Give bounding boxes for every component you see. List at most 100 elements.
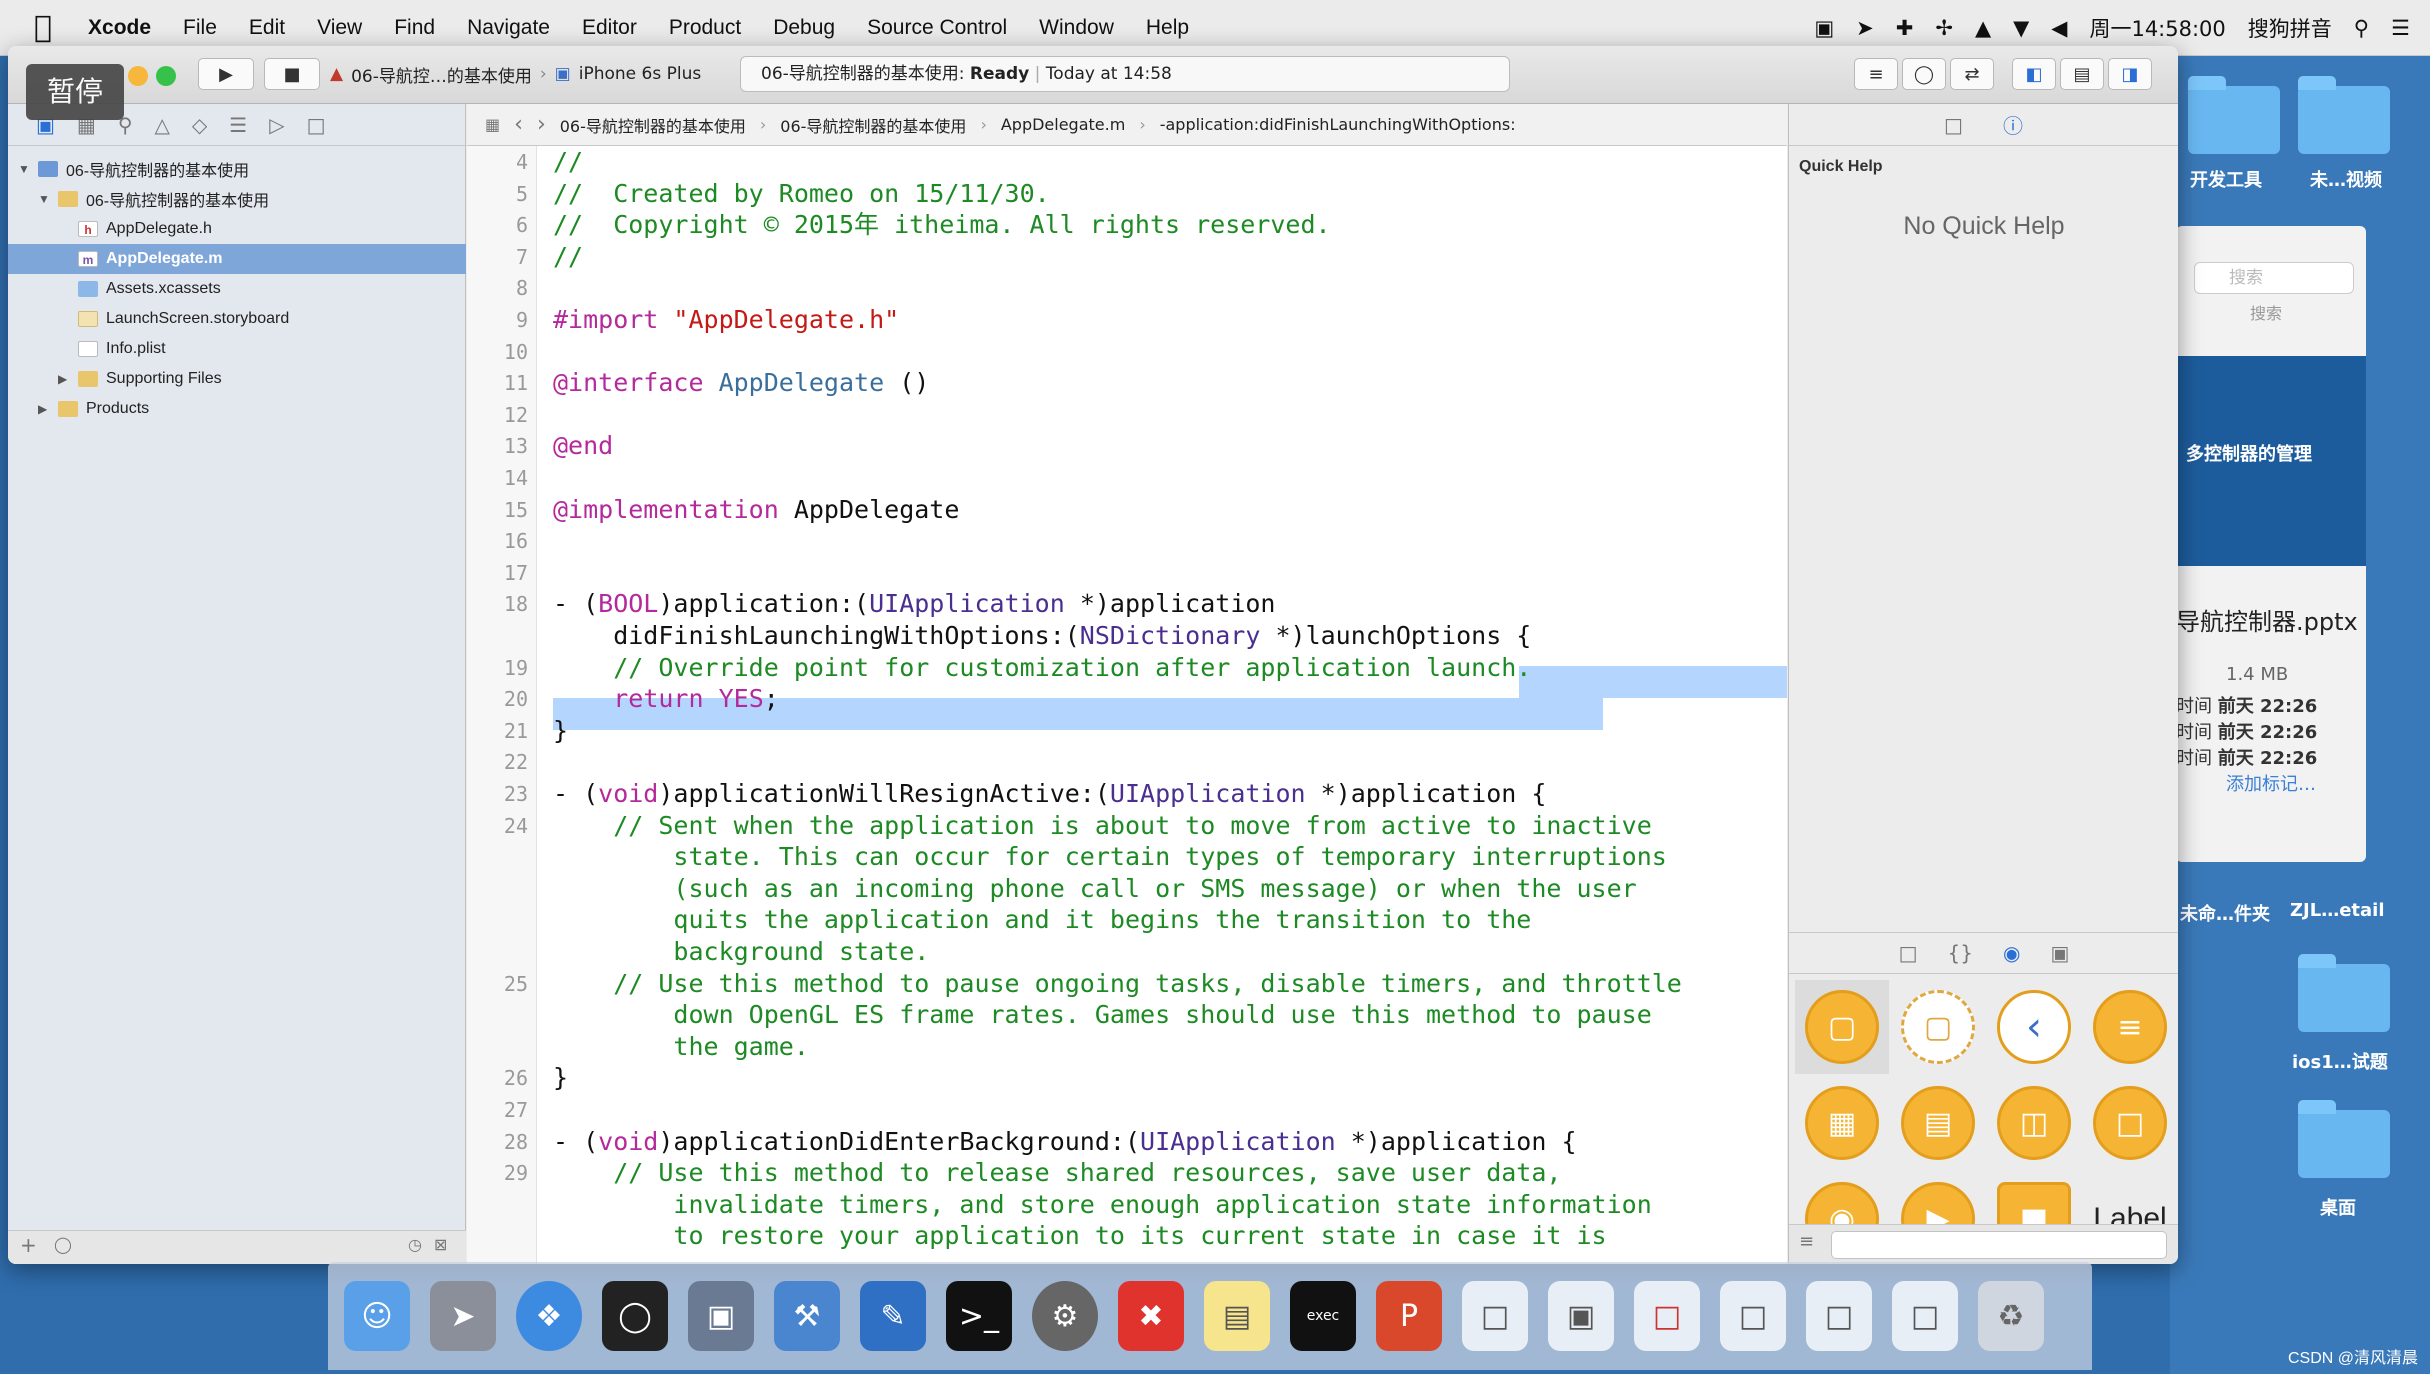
apple-menu-icon[interactable]:  bbox=[34, 10, 52, 45]
launchpad-icon[interactable]: ➤ bbox=[430, 1281, 496, 1351]
list-view-icon[interactable]: ≡ bbox=[1799, 1231, 1814, 1252]
tree-item[interactable]: ▶ Products bbox=[8, 394, 466, 424]
desktop-folder-icon[interactable] bbox=[2188, 76, 2280, 154]
menu-find[interactable]: Find bbox=[394, 16, 435, 40]
disclosure-open-icon[interactable]: ▼ bbox=[18, 162, 32, 176]
menu-app-xcode[interactable]: Xcode bbox=[88, 16, 151, 40]
desktop-label-unnamed-folder[interactable]: 未命…件夹 bbox=[2180, 900, 2270, 926]
exec-icon[interactable]: exec bbox=[1290, 1281, 1356, 1351]
toggle-navigator-button[interactable]: ◧ bbox=[2012, 58, 2056, 90]
breadcrumb-method[interactable]: -application:didFinishLaunchingWithOptio… bbox=[1160, 115, 1516, 134]
xcode-icon[interactable]: ⚒ bbox=[774, 1281, 840, 1351]
video-app-icon[interactable]: ▣ bbox=[688, 1281, 754, 1351]
notes-icon[interactable]: ▤ bbox=[1204, 1281, 1270, 1351]
volume-icon[interactable]: ◀ bbox=[2051, 16, 2067, 40]
run-button[interactable]: ▶ bbox=[198, 58, 254, 90]
code-line[interactable]: background state. bbox=[553, 936, 929, 968]
code-line[interactable]: return YES; bbox=[553, 683, 779, 715]
tree-item[interactable]: h AppDelegate.h bbox=[8, 214, 466, 244]
version-editor-button[interactable]: ⇄ bbox=[1950, 58, 1994, 90]
mouse-app-icon[interactable]: ◯ bbox=[602, 1281, 668, 1351]
document-icon[interactable]: □ bbox=[1806, 1281, 1872, 1351]
code-line[interactable]: } bbox=[553, 715, 568, 747]
source-editor[interactable]: 4 5 6 7 8 9 10 11 12 13 14 15 16 17 18 19 20 21 22 23 24 25 26… bbox=[467, 146, 1787, 1264]
code-line[interactable]: // Use this method to release shared res… bbox=[553, 1157, 1561, 1189]
spotlight-search-icon[interactable]: ⚲ bbox=[2354, 16, 2369, 40]
screen-record-icon[interactable]: ▣ bbox=[1814, 16, 1834, 40]
menu-help[interactable]: Help bbox=[1146, 16, 1189, 40]
quick-help-icon[interactable]: ⓘ bbox=[2003, 110, 2023, 139]
file-inspector-icon[interactable]: □ bbox=[1944, 113, 1963, 137]
source-control-filter-icon[interactable]: ⊠ bbox=[434, 1235, 447, 1254]
document-icon[interactable]: □ bbox=[1720, 1281, 1786, 1351]
document-icon[interactable]: □ bbox=[1892, 1281, 1958, 1351]
disclosure-open-icon[interactable]: ▼ bbox=[38, 192, 52, 206]
forward-icon[interactable]: › bbox=[537, 112, 546, 137]
add-tag-link[interactable]: 添加标记… bbox=[2226, 770, 2316, 796]
zoom-button[interactable] bbox=[156, 66, 176, 86]
add-icon[interactable]: + bbox=[20, 1233, 37, 1257]
menu-view[interactable]: View bbox=[317, 16, 362, 40]
xmind-icon[interactable]: ✖ bbox=[1118, 1281, 1184, 1351]
standard-editor-button[interactable]: ≡ bbox=[1854, 58, 1898, 90]
compass-icon[interactable]: ✢ bbox=[1935, 16, 1953, 40]
code-line[interactable]: - (void)applicationWillResignActive:(UIA… bbox=[553, 778, 1546, 810]
recent-files-icon[interactable]: ◷ bbox=[408, 1235, 422, 1254]
breadcrumb-file[interactable]: AppDelegate.m bbox=[1001, 115, 1125, 134]
add-icon[interactable]: ✚ bbox=[1896, 16, 1914, 40]
code-line[interactable]: quits the application and it begins the … bbox=[553, 904, 1531, 936]
notification-center-icon[interactable]: ☰ bbox=[2391, 16, 2410, 40]
desktop-label-devtools[interactable]: 开发工具 bbox=[2190, 166, 2262, 192]
library-storyboard-reference[interactable]: ▢ bbox=[1891, 980, 1985, 1074]
code-line[interactable]: (such as an incoming phone call or SMS m… bbox=[553, 873, 1636, 905]
menu-navigate[interactable]: Navigate bbox=[467, 16, 550, 40]
tree-item[interactable]: ▶ Supporting Files bbox=[8, 364, 466, 394]
assistant-editor-button[interactable]: ◯ bbox=[1902, 58, 1946, 90]
code-line[interactable]: // Sent when the application is about to… bbox=[553, 810, 1652, 842]
minimize-button[interactable] bbox=[128, 66, 148, 86]
code-line[interactable]: #import "AppDelegate.h" bbox=[553, 304, 899, 336]
scheme-selector[interactable]: ▲ 06-导航控…的基本使用 › ▣ iPhone 6s Plus bbox=[330, 58, 701, 90]
clock-text[interactable]: 周一14:58:00 bbox=[2089, 13, 2225, 43]
breakpoint-icon[interactable]: ▷ bbox=[269, 113, 284, 137]
disclosure-closed-icon[interactable]: ▶ bbox=[38, 402, 52, 416]
file-template-icon[interactable]: □ bbox=[1899, 941, 1918, 965]
breadcrumb-project[interactable]: 06-导航控制器的基本使用 bbox=[560, 113, 746, 137]
tree-item[interactable]: ▼ 06-导航控制器的基本使用 bbox=[8, 154, 466, 184]
finder-icon[interactable]: ☺ bbox=[344, 1281, 410, 1351]
code-line[interactable]: // Created by Romeo on 15/11/30. bbox=[553, 178, 1050, 210]
tree-item[interactable]: ▼ 06-导航控制器的基本使用 bbox=[8, 184, 466, 214]
document-icon[interactable]: □ bbox=[1634, 1281, 1700, 1351]
trash-icon[interactable]: ♻ bbox=[1978, 1281, 2044, 1351]
library-collection-view-controller[interactable]: ▦ bbox=[1795, 1076, 1889, 1170]
lock-icon[interactable]: ▲ bbox=[1975, 16, 1991, 40]
desktop-label-zjl[interactable]: ZJL…etail bbox=[2290, 900, 2385, 921]
safari-icon[interactable]: ❖ bbox=[516, 1281, 582, 1351]
media-library-icon[interactable]: ▣ bbox=[2050, 941, 2069, 965]
toggle-utilities-button[interactable]: ◨ bbox=[2108, 58, 2152, 90]
library-navigation-controller[interactable]: ‹ bbox=[1987, 980, 2081, 1074]
code-line[interactable]: - (void)applicationDidEnterBackground:(U… bbox=[553, 1126, 1577, 1158]
code-line[interactable]: - (BOOL)application:(UIApplication *)app… bbox=[553, 588, 1275, 620]
menu-source-control[interactable]: Source Control bbox=[867, 16, 1007, 40]
system-preferences-icon[interactable]: ⚙ bbox=[1032, 1281, 1098, 1351]
desktop-label-desktop[interactable]: 桌面 bbox=[2320, 1194, 2356, 1220]
debug-icon[interactable]: ☰ bbox=[229, 113, 247, 137]
library-table-view-controller[interactable]: ≡ bbox=[2083, 980, 2177, 1074]
desktop-folder-icon[interactable] bbox=[2298, 76, 2390, 154]
desktop-folder-icon[interactable] bbox=[2298, 954, 2390, 1032]
menu-edit[interactable]: Edit bbox=[249, 16, 285, 40]
menu-product[interactable]: Product bbox=[669, 16, 741, 40]
filter-icon[interactable]: ◯ bbox=[54, 1235, 72, 1254]
desktop-label-video[interactable]: 未…视频 bbox=[2310, 166, 2382, 192]
menu-file[interactable]: File bbox=[183, 16, 217, 40]
code-line[interactable]: // Use this method to pause ongoing task… bbox=[553, 968, 1682, 1000]
library-page-view-controller[interactable]: □ bbox=[2083, 1076, 2177, 1170]
breadcrumb-group[interactable]: 06-导航控制器的基本使用 bbox=[780, 113, 966, 137]
menu-debug[interactable]: Debug bbox=[773, 16, 835, 40]
screen-icon[interactable]: ▣ bbox=[1548, 1281, 1614, 1351]
tree-item[interactable]: m AppDelegate.m bbox=[8, 244, 466, 274]
wifi-icon[interactable]: ▼ bbox=[2013, 16, 2029, 40]
instruments-icon[interactable]: ✎ bbox=[860, 1281, 926, 1351]
test-icon[interactable]: ◇ bbox=[192, 113, 207, 137]
